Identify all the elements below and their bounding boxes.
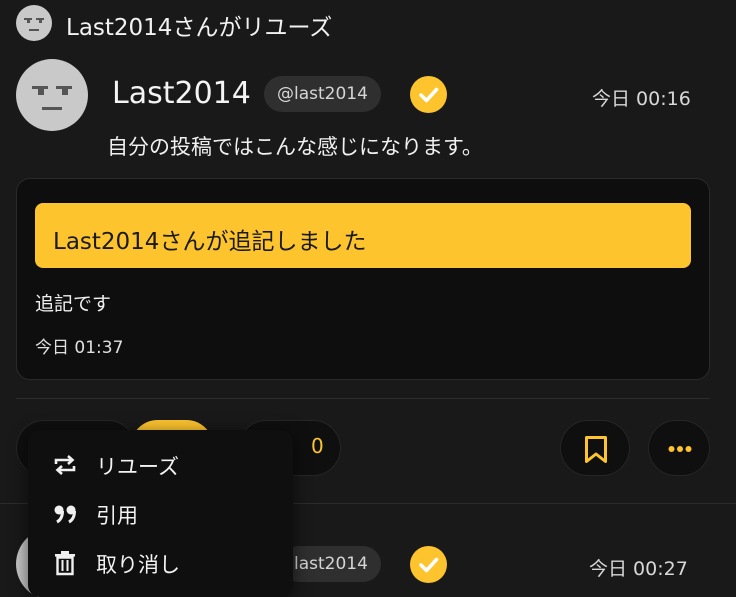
post-timestamp[interactable]: 今日 00:16: [592, 84, 691, 111]
next-post-timestamp[interactable]: 今日 00:27: [589, 554, 688, 581]
reaction-count: 0: [311, 434, 324, 458]
author-handle[interactable]: @last2014: [264, 76, 381, 112]
menu-item-label: 取り消し: [96, 553, 180, 577]
repost-icon: [54, 455, 76, 475]
bookmark-button[interactable]: [560, 420, 630, 476]
next-post-handle[interactable]: last2014: [281, 546, 381, 582]
menu-item-undo[interactable]: 取り消し: [28, 546, 293, 580]
bookmark-icon: [585, 436, 607, 463]
menu-item-quote[interactable]: 引用: [28, 497, 293, 531]
face-avatar-icon: [24, 18, 44, 31]
more-button[interactable]: [648, 420, 710, 476]
face-avatar-icon: [32, 86, 72, 110]
trash-icon: [55, 551, 75, 576]
menu-item-label: リユーズ: [96, 455, 179, 479]
addendum-text: 追記です: [35, 293, 112, 315]
author-display-name[interactable]: Last2014: [112, 76, 251, 111]
check-badge-icon: [410, 546, 447, 583]
menu-item-reuse[interactable]: リユーズ: [28, 448, 293, 482]
post-text: 自分の投稿ではこんな感じになります。: [107, 135, 483, 159]
addendum-timestamp: 今日 01:37: [35, 338, 124, 358]
quote-icon: [54, 505, 76, 524]
check-badge-icon: [410, 76, 447, 113]
more-dots-icon: [668, 446, 692, 452]
menu-item-label: 引用: [96, 504, 138, 528]
repost-header-text: Last2014さんがリユーズ: [66, 15, 333, 41]
repost-avatar[interactable]: [16, 5, 52, 41]
author-avatar[interactable]: [16, 59, 88, 131]
divider: [16, 398, 710, 399]
repost-menu: リユーズ 引用 取り消し: [28, 430, 293, 597]
addendum-banner-text: Last2014さんが追記しました: [53, 229, 367, 255]
